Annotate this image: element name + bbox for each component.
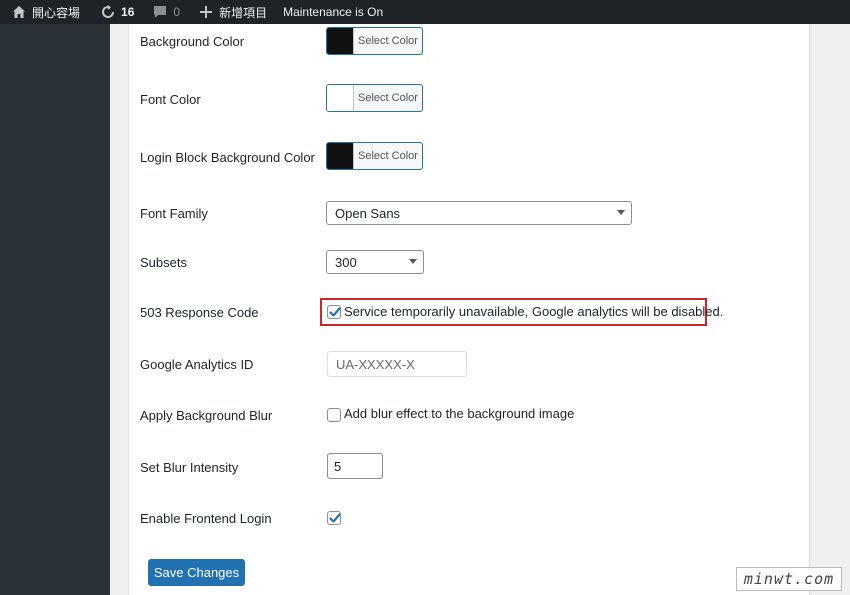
comments-link[interactable]: 0 xyxy=(145,0,187,24)
font-color-label: Font Color xyxy=(140,92,201,107)
chevron-down-icon xyxy=(617,210,625,215)
site-name-link[interactable]: 開心容場 xyxy=(0,0,87,24)
background-blur-label: Apply Background Blur xyxy=(140,408,273,423)
frontend-login-label: Enable Frontend Login xyxy=(140,511,272,526)
background-color-label: Background Color xyxy=(140,34,245,49)
watermark: minwt.com xyxy=(736,567,842,591)
row-background-blur: Apply Background Blur Add blur effect to… xyxy=(140,402,800,428)
frontend-login-checkbox[interactable] xyxy=(327,511,341,525)
comment-icon xyxy=(152,4,168,20)
home-icon xyxy=(11,4,27,20)
response-code-label: 503 Response Code xyxy=(140,305,259,320)
row-background-color: Background Color Select Color xyxy=(140,26,800,56)
subsets-label: Subsets xyxy=(140,255,187,270)
font-color-select-button: Select Color xyxy=(358,92,418,104)
blur-intensity-value: 5 xyxy=(334,458,342,474)
subsets-value: 300 xyxy=(335,254,357,270)
maintenance-status: Maintenance is On xyxy=(283,5,384,19)
row-frontend-login: Enable Frontend Login xyxy=(140,505,800,531)
font-family-label: Font Family xyxy=(140,206,208,221)
checkmark-icon xyxy=(329,513,341,523)
analytics-id-placeholder: UA-XXXXX-X xyxy=(336,356,415,372)
site-name: 開心容場 xyxy=(32,5,81,20)
response-code-checkbox[interactable] xyxy=(327,305,341,319)
font-family-select[interactable]: Open Sans xyxy=(326,201,632,225)
row-font-family: Font Family Open Sans xyxy=(140,200,800,226)
background-color-swatch xyxy=(327,28,354,54)
updates-count: 16 xyxy=(121,5,135,19)
new-content-label: 新增項目 xyxy=(219,5,268,20)
login-block-bg-swatch xyxy=(327,143,354,169)
blur-intensity-label: Set Blur Intensity xyxy=(140,460,239,475)
login-block-bg-select-button: Select Color xyxy=(358,150,418,162)
refresh-icon xyxy=(100,4,116,20)
background-blur-checkbox-text: Add blur effect to the background image xyxy=(344,406,575,421)
font-family-value: Open Sans xyxy=(335,205,401,221)
font-color-swatch xyxy=(327,85,354,111)
comments-count: 0 xyxy=(173,5,181,19)
response-code-checkbox-text: Service temporarily unavailable, Google … xyxy=(344,304,724,319)
row-subsets: Subsets 300 xyxy=(140,249,800,275)
background-color-picker[interactable]: Select Color xyxy=(326,27,423,55)
chevron-down-icon xyxy=(409,259,417,264)
analytics-id-label: Google Analytics ID xyxy=(140,357,254,372)
admin-bar: 開心容場 16 0 新增項目 Maintenance is On xyxy=(0,0,850,24)
row-google-analytics-id: Google Analytics ID UA-XXXXX-X xyxy=(140,350,800,378)
font-color-picker[interactable]: Select Color xyxy=(326,84,423,112)
subsets-select[interactable]: 300 xyxy=(326,250,424,274)
blur-intensity-input[interactable]: 5 xyxy=(327,453,383,479)
row-503-response-code: 503 Response Code Service temporarily un… xyxy=(140,298,800,328)
row-font-color: Font Color Select Color xyxy=(140,84,800,114)
maintenance-status-link[interactable]: Maintenance is On xyxy=(276,0,390,24)
checkmark-icon xyxy=(329,307,341,317)
row-blur-intensity: Set Blur Intensity 5 xyxy=(140,453,800,481)
row-login-block-bg: Login Block Background Color Select Colo… xyxy=(140,142,800,172)
admin-side-menu xyxy=(0,24,110,595)
login-block-bg-picker[interactable]: Select Color xyxy=(326,142,423,170)
updates-link[interactable]: 16 xyxy=(93,0,141,24)
analytics-id-input[interactable]: UA-XXXXX-X xyxy=(327,351,467,377)
save-changes-button[interactable]: Save Changes xyxy=(148,559,245,586)
new-content-link[interactable]: 新增項目 xyxy=(191,0,274,24)
background-blur-checkbox[interactable] xyxy=(327,408,341,422)
login-block-bg-label: Login Block Background Color xyxy=(140,150,315,165)
plus-icon xyxy=(198,4,214,20)
background-color-select-button: Select Color xyxy=(358,35,418,47)
